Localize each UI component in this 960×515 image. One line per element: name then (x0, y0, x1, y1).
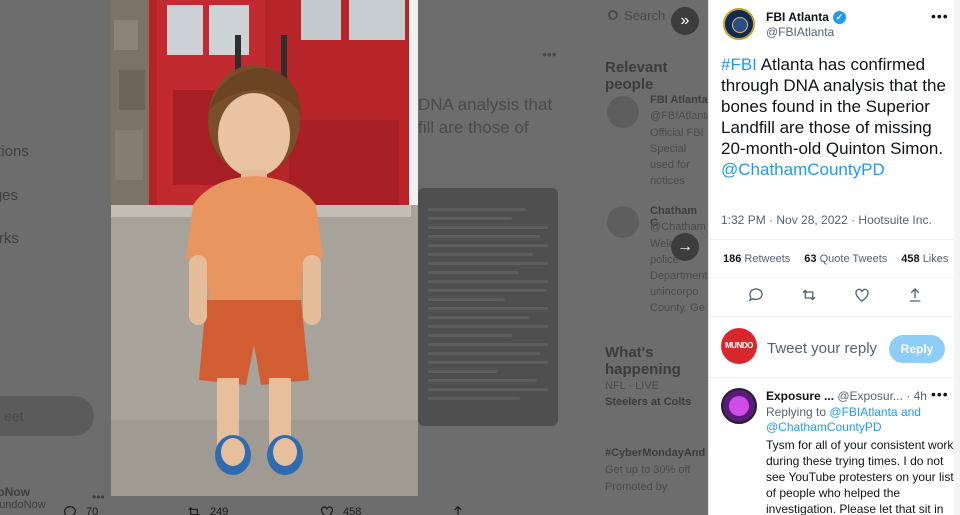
reply-time[interactable]: · 4h (906, 389, 927, 403)
author-name[interactable]: FBI Atlanta ✓ (766, 10, 846, 24)
quote-tweets-count[interactable]: 63 Quote Tweets (804, 253, 887, 265)
viewer-retweet-button[interactable]: 249 (186, 504, 228, 515)
heart-icon (854, 288, 869, 302)
person-bio-line: Special (650, 143, 687, 155)
replying-and: and (900, 405, 921, 419)
reply-button[interactable] (747, 286, 765, 309)
share-icon (454, 505, 462, 515)
person-bio-line: Official FBI (650, 127, 704, 139)
verified-badge-icon: ✓ (832, 10, 846, 24)
replying-to: Replying to @FBIAtlanta and @ChathamCoun… (766, 405, 946, 435)
chevrons-right-icon: » (680, 12, 690, 29)
divider (709, 239, 960, 240)
account-more-icon[interactable]: ••• (92, 490, 105, 504)
search-icon (608, 10, 618, 20)
tweet-timestamp[interactable]: 1:32 PM · Nov 28, 2022 · Hootsuite Inc. (721, 213, 932, 227)
relevant-people-title: Relevant people (605, 59, 668, 93)
reply-header: Exposure ... @Exposur... · 4h (766, 389, 927, 403)
background-tweet-text: DNA analysis that fill are those of (418, 93, 552, 139)
viewer-share-button[interactable] (450, 504, 466, 515)
trend-item[interactable]: #CyberMondayAnd (605, 447, 708, 459)
viewer-reply-button[interactable]: 70 (62, 504, 98, 515)
tweet-snippet-line: fill are those of (418, 118, 529, 137)
retweet-count: 249 (210, 506, 229, 515)
author-name-text: FBI Atlanta (766, 10, 829, 24)
likes-number: 458 (901, 253, 920, 265)
next-image-button[interactable]: → (671, 233, 699, 261)
arrow-right-icon: → (677, 238, 693, 255)
retweets-number: 186 (723, 253, 742, 265)
nav-item-bookmarks[interactable]: marks (0, 230, 19, 247)
tweet-text: #FBI Atlanta has confirmed through DNA a… (721, 54, 957, 180)
nav-item-messages[interactable]: sages (0, 187, 18, 204)
background-more-icon: ••• (542, 46, 557, 62)
mention-link[interactable]: @ChathamCountyPD (721, 160, 885, 179)
trend-item[interactable]: Steelers at Colts (605, 396, 708, 408)
post-tweet-button[interactable]: eet (0, 396, 94, 436)
reply-count: 70 (86, 506, 99, 515)
search-placeholder: Search (624, 8, 666, 23)
author-handle[interactable]: @FBIAtlanta (766, 25, 834, 39)
like-button[interactable] (853, 286, 871, 309)
divider (709, 316, 960, 317)
person-bio-line: used for (650, 159, 690, 171)
like-count: 458 (343, 506, 362, 515)
divider (709, 377, 960, 378)
retweet-icon (802, 289, 815, 301)
scrollbar[interactable] (954, 0, 960, 515)
viewer-like-button[interactable]: 458 (319, 504, 361, 515)
retweet-button[interactable] (800, 286, 818, 309)
avatar[interactable] (607, 206, 639, 238)
expand-panel-button[interactable]: » (671, 7, 699, 35)
trend-item: Get up to 30% off (605, 464, 691, 476)
reply-author-avatar[interactable] (721, 388, 757, 424)
engagement-counts: 186 Retweets 63 Quote Tweets 458 Likes (723, 253, 948, 265)
reply-icon (748, 288, 763, 302)
quotes-number: 63 (804, 253, 817, 265)
share-button[interactable] (906, 286, 924, 309)
retweets-label: Retweets (744, 253, 791, 265)
person-handle: @Chatham (650, 221, 706, 233)
replying-label: Replying to (766, 405, 827, 419)
tweet-actions (709, 286, 960, 309)
tweet-detail-panel: FBI Atlanta ✓ @FBIAtlanta ••• #FBI Atlan… (708, 0, 960, 515)
reply-icon (64, 506, 76, 515)
trend-item[interactable]: NFL · LIVE (605, 380, 708, 392)
divider (709, 277, 960, 278)
photo-image (111, 0, 418, 496)
person-bio-line: Department (650, 270, 708, 282)
reply-submit-button[interactable]: Reply (889, 335, 945, 363)
retweets-count[interactable]: 186 Retweets (723, 253, 790, 265)
replying-to-link[interactable]: @ChathamCountyPD (766, 420, 882, 434)
hashtag-link[interactable]: #FBI (721, 55, 757, 74)
retweet-icon (188, 507, 200, 515)
heart-icon (321, 506, 333, 515)
replying-to-link[interactable]: @FBIAtlanta (829, 405, 897, 419)
tweet-photo[interactable] (111, 0, 418, 496)
nav-item-notifications[interactable]: ications (0, 143, 29, 160)
author-avatar[interactable] (723, 8, 755, 40)
trend-item: Promoted by (605, 481, 668, 493)
person-bio-line: unincorpo (650, 286, 699, 298)
person-bio-line: County. Ge (650, 302, 705, 314)
likes-label: Likes (922, 253, 949, 265)
reply-author-handle[interactable]: @Exposur... (837, 389, 903, 403)
fbi-seal-avatar (723, 8, 755, 40)
avatar[interactable] (607, 96, 639, 128)
current-user-avatar[interactable]: MUNDO NOW (721, 328, 757, 386)
tweet-snippet-line: DNA analysis that (418, 95, 553, 114)
share-icon (909, 288, 920, 302)
likes-count[interactable]: 458 Likes (901, 253, 948, 265)
person-handle: @FBIAtlanta (650, 110, 708, 122)
reply-author-name[interactable]: Exposure ... (766, 389, 834, 403)
whats-happening-title: What's happening (605, 344, 681, 378)
reply-text: Tysm for all of your consistent work dur… (766, 438, 954, 515)
person-bio-line: notices (650, 175, 685, 187)
background-media-card (418, 188, 558, 426)
reply-input[interactable]: Tweet your reply (767, 340, 877, 357)
reply-more-icon[interactable]: ••• (931, 386, 949, 402)
more-options-icon[interactable]: ••• (931, 8, 949, 24)
person-name[interactable]: FBI Atlanta (650, 94, 708, 106)
quotes-label: Quote Tweets (819, 253, 888, 265)
